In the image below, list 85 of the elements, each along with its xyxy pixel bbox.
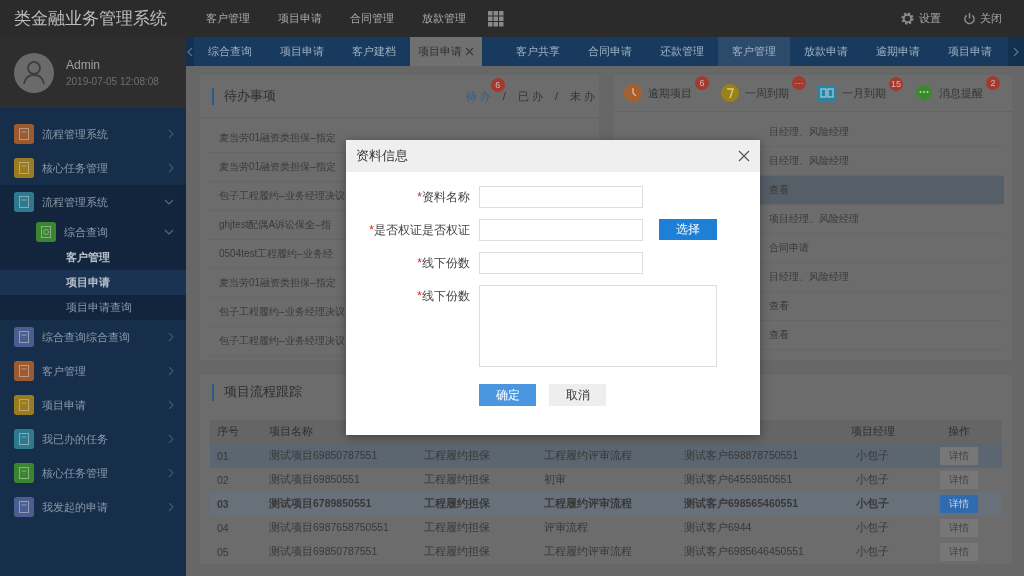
count-badge: ··· bbox=[792, 76, 806, 90]
chevron-right-icon bbox=[168, 400, 174, 410]
chevron-right-icon bbox=[168, 129, 174, 139]
input-field[interactable] bbox=[479, 219, 643, 241]
chevron-down-icon bbox=[164, 229, 174, 235]
chevron-down-icon bbox=[164, 199, 174, 205]
input-field[interactable] bbox=[479, 252, 643, 274]
details-button[interactable]: 详情 bbox=[939, 495, 978, 513]
count-badge: 15 bbox=[889, 77, 903, 91]
chat-icon bbox=[915, 84, 933, 102]
chevron-right-icon bbox=[1013, 46, 1019, 57]
sidebar-item[interactable]: 流程管理系统 bbox=[0, 185, 186, 219]
tab[interactable]: 综合查询 bbox=[194, 37, 266, 66]
power-icon bbox=[963, 11, 976, 26]
tab[interactable]: 客户建档 bbox=[338, 37, 410, 66]
nav-link[interactable]: 项目申请 bbox=[278, 8, 322, 29]
week-icon bbox=[721, 84, 739, 102]
user-name: Admin bbox=[66, 58, 101, 72]
sidebar-item[interactable]: 流程管理系统 bbox=[0, 117, 186, 151]
count-badge: 6 bbox=[695, 76, 709, 90]
cancel-button[interactable]: 取消 bbox=[549, 384, 606, 406]
settings-link[interactable]: 设置 bbox=[919, 11, 941, 26]
nav-link[interactable]: 放款管理 bbox=[422, 8, 466, 29]
confirm-button[interactable]: 确定 bbox=[479, 384, 536, 406]
table-cell-text: 测试客户698565460551 bbox=[683, 497, 800, 511]
dialog-title: 资料信息 bbox=[356, 147, 409, 165]
login-time: 2019-07-05 12:08:08 bbox=[66, 76, 159, 87]
sidebar-item[interactable]: 项目申请 bbox=[0, 388, 186, 422]
input-field[interactable] bbox=[479, 186, 643, 208]
apps-grid-icon[interactable] bbox=[488, 10, 504, 27]
calendar-icon bbox=[818, 85, 836, 101]
scroll-right-button[interactable] bbox=[1008, 37, 1024, 66]
field-label: *资料名称 bbox=[416, 189, 470, 206]
sidebar-item[interactable]: 我发起的申请 bbox=[0, 490, 186, 524]
nav-link[interactable]: 客户管理 bbox=[206, 8, 250, 29]
scroll-left-button[interactable] bbox=[186, 37, 194, 66]
sidebar-item[interactable]: 核心任务管理 bbox=[0, 151, 186, 185]
tab[interactable]: 客户管理 bbox=[718, 37, 790, 66]
tab[interactable]: 项目申请 bbox=[410, 37, 482, 66]
field-label: *线下份数 bbox=[416, 255, 470, 272]
table-cell-text: 工程履约评审流程 bbox=[543, 497, 633, 511]
tab[interactable]: 还款管理 bbox=[646, 37, 718, 66]
tab[interactable]: 放款申请 bbox=[790, 37, 862, 66]
chevron-right-icon bbox=[168, 332, 174, 342]
chevron-right-icon bbox=[168, 468, 174, 478]
tab[interactable]: 逾期申请 bbox=[862, 37, 934, 66]
panel-title: 项目流程跟踪 bbox=[212, 384, 302, 401]
chevron-right-icon bbox=[168, 502, 174, 512]
sidebar-subitem[interactable]: 客户管理 bbox=[0, 245, 186, 270]
sidebar-item[interactable]: 我已办的任务 bbox=[0, 422, 186, 456]
sidebar-item[interactable]: 综合查询综合查询 bbox=[0, 320, 186, 354]
tab[interactable]: 客户共享 bbox=[502, 37, 574, 66]
panel-title: 待办事项 bbox=[212, 87, 276, 105]
count-badge: 6 bbox=[490, 77, 505, 92]
sidebar-item[interactable]: 核心任务管理 bbox=[0, 456, 186, 490]
chevron-left-icon bbox=[187, 46, 193, 57]
tab[interactable]: 项目申请 bbox=[266, 37, 338, 66]
sidebar-item[interactable]: 客户管理 bbox=[0, 354, 186, 388]
chevron-right-icon bbox=[168, 163, 174, 173]
settings-icon bbox=[900, 11, 915, 26]
app-title: 类金融业务管理系统 bbox=[13, 8, 168, 30]
close-icon[interactable] bbox=[738, 150, 750, 162]
field-label: *是否权证是否权证 bbox=[368, 222, 470, 239]
table-cell-text: 工程履约担保 bbox=[423, 497, 491, 511]
field-label: *线下份数 bbox=[416, 288, 470, 305]
table-cell: 小包子 bbox=[856, 497, 889, 511]
chevron-right-icon bbox=[168, 366, 174, 376]
separator: / bbox=[553, 90, 559, 102]
separator: / bbox=[501, 90, 507, 102]
sidebar-subitem[interactable]: 项目申请查询 bbox=[0, 295, 186, 320]
select-button[interactable]: 选择 bbox=[659, 219, 717, 240]
tab[interactable]: 合同申请 bbox=[574, 37, 646, 66]
sidebar-subitem[interactable]: 项目申请 bbox=[0, 270, 186, 295]
sidebar-item[interactable]: 综合查询 bbox=[0, 219, 186, 245]
chevron-right-icon bbox=[168, 434, 174, 444]
avatar bbox=[14, 52, 54, 93]
clock-icon bbox=[624, 84, 642, 102]
nav-link[interactable]: 合同管理 bbox=[350, 8, 394, 29]
table-row[interactable]: 03 测试项目6789850551 工程履约担保 工程履约评审流程 测试客户698565460551 小包子 详情 bbox=[210, 492, 1002, 516]
table-cell-text: 测试项目6789850551 bbox=[268, 497, 373, 511]
count-badge: 2 bbox=[986, 76, 1000, 90]
input-field[interactable] bbox=[479, 285, 717, 367]
close-link[interactable]: 关闭 bbox=[980, 11, 1002, 26]
table-cell-text: 03 bbox=[216, 498, 230, 510]
tab[interactable]: 项目申请 bbox=[934, 37, 1006, 66]
